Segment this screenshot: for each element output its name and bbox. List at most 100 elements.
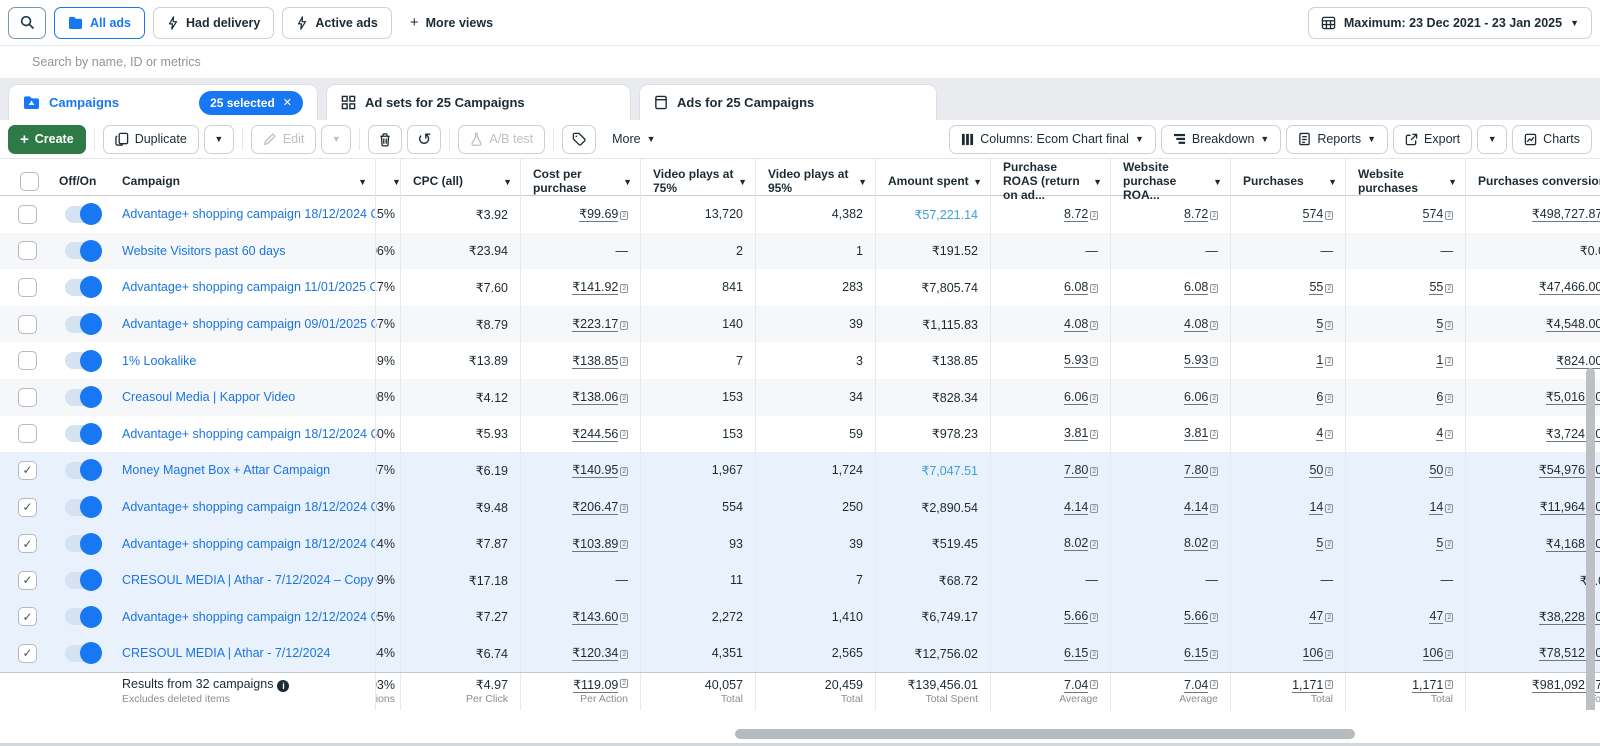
tab-ads[interactable]: Ads for 25 Campaigns [639,84,937,120]
row-checkbox[interactable]: ✓ [18,607,37,626]
columns-button[interactable]: Columns: Ecom Chart final ▼ [949,125,1156,154]
charts-button[interactable]: Charts [1512,125,1592,154]
campaign-toggle[interactable] [65,206,101,223]
header-video-75[interactable]: Video plays at 75%▼ [640,159,755,204]
campaign-toggle[interactable] [65,242,101,259]
campaign-link[interactable]: Website Visitors past 60 days [122,244,286,258]
header-clipped-column[interactable]: ▼ [375,159,400,204]
campaign-name-cell: Advantage+ shopping campaign 09/01/2025 … [110,306,375,343]
ab-test-button[interactable]: A/B test [458,125,545,154]
search-input[interactable] [8,46,1592,78]
campaign-toggle[interactable] [65,572,101,589]
tab-ad-sets[interactable]: Ad sets for 25 Campaigns [326,84,631,120]
campaign-link[interactable]: Advantage+ shopping campaign 18/12/2024 … [122,207,375,221]
reports-button[interactable]: Reports ▼ [1286,125,1388,154]
campaign-link[interactable]: Advantage+ shopping campaign 11/01/2025 … [122,280,375,294]
campaign-link[interactable]: 1% Lookalike [122,354,196,368]
row-checkbox[interactable] [18,351,37,370]
footer-website-purchases: 1,1712Total [1345,673,1465,710]
level-tabs: Campaigns 25 selected ✕ Ad sets for 25 C… [0,78,1600,120]
header-website-roas[interactable]: Website purchase ROA...▼ [1110,159,1230,204]
more-views-button[interactable]: + More views [400,7,503,39]
row-checkbox[interactable]: ✓ [18,644,37,663]
row-checkbox[interactable]: ✓ [18,534,37,553]
ads-page-icon [654,95,668,110]
attribution-icon: 2 [620,679,628,688]
clear-selection-icon[interactable]: ✕ [283,96,292,109]
purchases-conversion-cell: ₹3,724.002 [1465,416,1600,453]
header-purchase-roas[interactable]: Purchase ROAS (return on ad...▼ [990,159,1110,204]
header-website-purchases[interactable]: Website purchases▼ [1345,159,1465,204]
website-purchase-roas-cell: — [1110,562,1230,599]
header-purchases-conversion[interactable]: Purchases conversion... [1465,159,1600,204]
campaign-toggle[interactable] [65,425,101,442]
tab-campaigns[interactable]: Campaigns 25 selected ✕ [8,84,318,120]
more-actions-button[interactable]: More ▼ [601,125,666,154]
select-all-checkbox[interactable] [20,172,39,191]
campaign-toggle[interactable] [65,389,101,406]
create-button[interactable]: + Create [8,125,86,154]
campaign-toggle[interactable] [65,499,101,516]
vertical-scrollbar[interactable] [1586,368,1595,710]
campaign-link[interactable]: Creasoul Media | Kappor Video [122,390,295,404]
row-checkbox[interactable] [18,388,37,407]
horizontal-scrollbar[interactable] [735,729,1355,739]
row-checkbox[interactable] [18,205,37,224]
header-video-95[interactable]: Video plays at 95%▼ [755,159,875,204]
campaign-link[interactable]: Advantage+ shopping campaign 09/01/2025 … [122,317,375,331]
undo-button[interactable]: ↺ [407,125,441,154]
row-checkbox[interactable]: ✓ [18,461,37,480]
date-range-button[interactable]: Maximum: 23 Dec 2021 - 23 Jan 2025 ▼ [1308,7,1592,39]
header-amount-spent[interactable]: Amount spent▼ [875,159,990,204]
table-row: ✓ Advantage+ shopping campaign 12/12/2024… [0,599,1600,636]
campaign-link[interactable]: Advantage+ shopping campaign 12/12/2024 … [122,610,375,624]
video-plays-75-cell: 841 [640,269,755,306]
export-button[interactable]: Export [1393,125,1472,154]
row-checkbox[interactable] [18,241,37,260]
search-toggle-button[interactable] [8,7,46,39]
edit-button[interactable]: Edit [251,125,317,154]
campaign-toggle[interactable] [65,279,101,296]
campaign-link[interactable]: Advantage+ shopping campaign 18/12/2024 … [122,427,375,441]
campaign-toggle[interactable] [65,352,101,369]
row-checkbox[interactable]: ✓ [18,571,37,590]
campaign-link[interactable]: Advantage+ shopping campaign 18/12/2024 … [122,537,375,551]
purchases-conversion-cell: ₹47,466.002 [1465,269,1600,306]
campaign-link[interactable]: Money Magnet Box + Attar Campaign [122,463,330,477]
view-tab-all-ads[interactable]: All ads [54,7,145,39]
duplicate-dropdown-button[interactable]: ▼ [204,125,234,154]
campaign-toggle[interactable] [65,608,101,625]
toggle-knob [80,203,102,225]
info-icon[interactable]: i [277,680,289,692]
lightning-icon [296,16,308,30]
row-toggle-cell [55,599,110,636]
website-purchase-roas-cell: 4.082 [1110,306,1230,343]
row-checkbox[interactable] [18,278,37,297]
header-cpc[interactable]: CPC (all)▼ [400,159,520,204]
breakdown-button[interactable]: Breakdown ▼ [1161,125,1281,154]
row-checkbox[interactable] [18,424,37,443]
campaign-toggle[interactable] [65,462,101,479]
export-dropdown-button[interactable]: ▼ [1477,125,1507,154]
campaign-toggle[interactable] [65,316,101,333]
chevron-down-icon: ▼ [1570,18,1579,28]
row-checkbox[interactable] [18,315,37,334]
view-tab-active-ads[interactable]: Active ads [282,7,392,39]
campaign-link[interactable]: CRESOUL MEDIA | Athar - 7/12/2024 – Copy [122,573,374,587]
campaign-toggle[interactable] [65,645,101,662]
tag-button[interactable] [562,125,596,154]
header-campaign[interactable]: Campaign▼ [110,159,375,204]
header-purchases[interactable]: Purchases▼ [1230,159,1345,204]
duplicate-button[interactable]: Duplicate [103,125,199,154]
header-cost-per-purchase[interactable]: Cost per purchase▼ [520,159,640,204]
delete-button[interactable] [368,125,402,154]
edit-dropdown-button[interactable]: ▼ [321,125,351,154]
campaign-toggle[interactable] [65,535,101,552]
view-tab-had-delivery[interactable]: Had delivery [153,7,274,39]
campaign-link[interactable]: Advantage+ shopping campaign 18/12/2024 … [122,500,375,514]
row-checkbox[interactable]: ✓ [18,498,37,517]
campaign-link[interactable]: CRESOUL MEDIA | Athar - 7/12/2024 [122,646,330,660]
video-plays-95-cell: 3 [755,342,875,379]
selected-count-badge[interactable]: 25 selected ✕ [199,91,303,115]
purchase-roas-cell: 3.812 [990,416,1110,453]
